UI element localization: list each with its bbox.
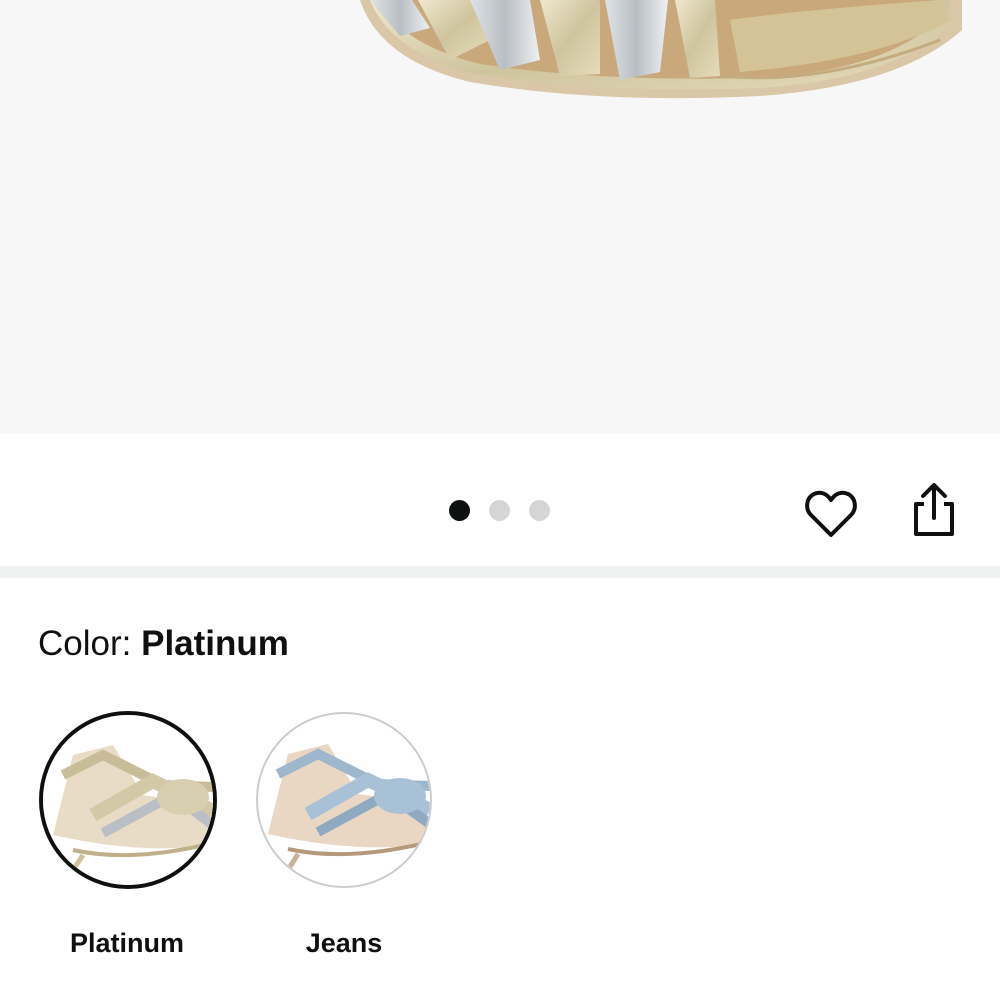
product-image[interactable] [0,0,1000,434]
color-swatch-jeans[interactable] [256,712,432,888]
share-icon [914,483,954,536]
carousel-dot-2[interactable] [489,500,510,521]
section-divider [0,566,1000,578]
color-label: Color: [38,624,142,663]
color-selection-label: Color: Platinum [38,622,289,666]
swatch-image-platinum [43,715,213,885]
swatch-label-platinum: Platinum [69,928,184,958]
swatch-image-jeans [258,714,430,886]
carousel-dot-3[interactable] [529,500,550,521]
sandal-illustration [360,0,962,99]
carousel-dots[interactable] [449,500,550,522]
color-swatch-platinum[interactable] [39,711,217,889]
heart-icon [805,490,857,537]
swatch-label-jeans: Jeans [305,928,383,958]
selected-color-value: Platinum [141,624,289,663]
carousel-dot-1[interactable] [449,500,470,521]
wishlist-button[interactable] [804,489,858,539]
share-button[interactable] [910,482,958,538]
